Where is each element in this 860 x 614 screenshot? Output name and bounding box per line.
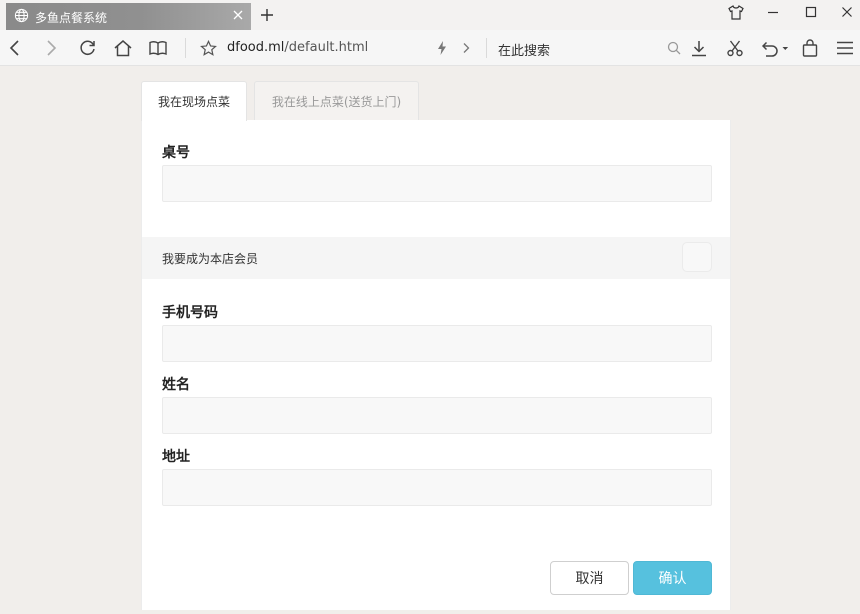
globe-icon	[14, 8, 29, 26]
reading-mode-icon[interactable]	[147, 37, 169, 59]
download-icon[interactable]	[688, 37, 710, 59]
url-path: /default.html	[284, 40, 369, 55]
browser-toolbar: dfood.ml/default.html 在此搜索	[0, 30, 860, 66]
browser-tab-bar: 多鱼点餐系统	[0, 0, 860, 30]
skin-shirt-icon[interactable]	[723, 2, 749, 22]
phone-label: 手机号码	[162, 305, 218, 321]
window-close-icon[interactable]	[834, 2, 860, 22]
lightning-icon[interactable]	[434, 39, 450, 57]
address-input[interactable]	[162, 469, 712, 506]
home-icon[interactable]	[112, 37, 134, 59]
close-tab-icon[interactable]	[232, 9, 244, 24]
browser-tab[interactable]: 多鱼点餐系统	[6, 3, 251, 30]
tab-delivery[interactable]: 我在线上点菜(送货上门)	[254, 81, 419, 120]
member-label: 我要成为本店会员	[162, 252, 259, 266]
refresh-icon[interactable]	[77, 37, 99, 59]
order-form: 桌号 我要成为本店会员 手机号码 姓名 地址 取消 确认	[141, 120, 731, 610]
bookmark-star-icon[interactable]	[198, 38, 218, 58]
address-label: 地址	[162, 449, 190, 465]
browser-tab-title: 多鱼点餐系统	[35, 11, 108, 25]
toolbar-divider	[486, 38, 487, 58]
phone-input[interactable]	[162, 325, 712, 362]
new-tab-icon[interactable]	[259, 7, 275, 27]
undo-icon[interactable]	[758, 37, 790, 59]
search-icon[interactable]	[665, 39, 683, 57]
chevron-right-icon[interactable]	[458, 39, 474, 57]
member-row: 我要成为本店会员	[142, 237, 730, 279]
minimize-icon[interactable]	[760, 2, 786, 22]
maximize-icon[interactable]	[798, 2, 824, 22]
address-bar[interactable]: dfood.ml/default.html	[227, 40, 368, 55]
toolbar-divider	[185, 38, 186, 58]
name-input[interactable]	[162, 397, 712, 434]
cancel-button[interactable]: 取消	[550, 561, 629, 595]
member-checkbox[interactable]	[682, 242, 712, 272]
table-number-input[interactable]	[162, 165, 712, 202]
back-icon[interactable]	[5, 38, 25, 58]
confirm-button[interactable]: 确认	[633, 561, 712, 595]
shopping-bag-icon[interactable]	[799, 37, 821, 59]
url-domain: dfood.ml	[227, 40, 285, 55]
menu-icon[interactable]	[834, 37, 856, 59]
table-number-label: 桌号	[162, 145, 190, 161]
name-label: 姓名	[162, 377, 190, 393]
scissors-icon[interactable]	[724, 37, 746, 59]
search-input[interactable]: 在此搜索	[498, 40, 550, 59]
tab-dine-in[interactable]: 我在现场点菜	[141, 81, 247, 121]
forward-icon[interactable]	[41, 38, 61, 58]
